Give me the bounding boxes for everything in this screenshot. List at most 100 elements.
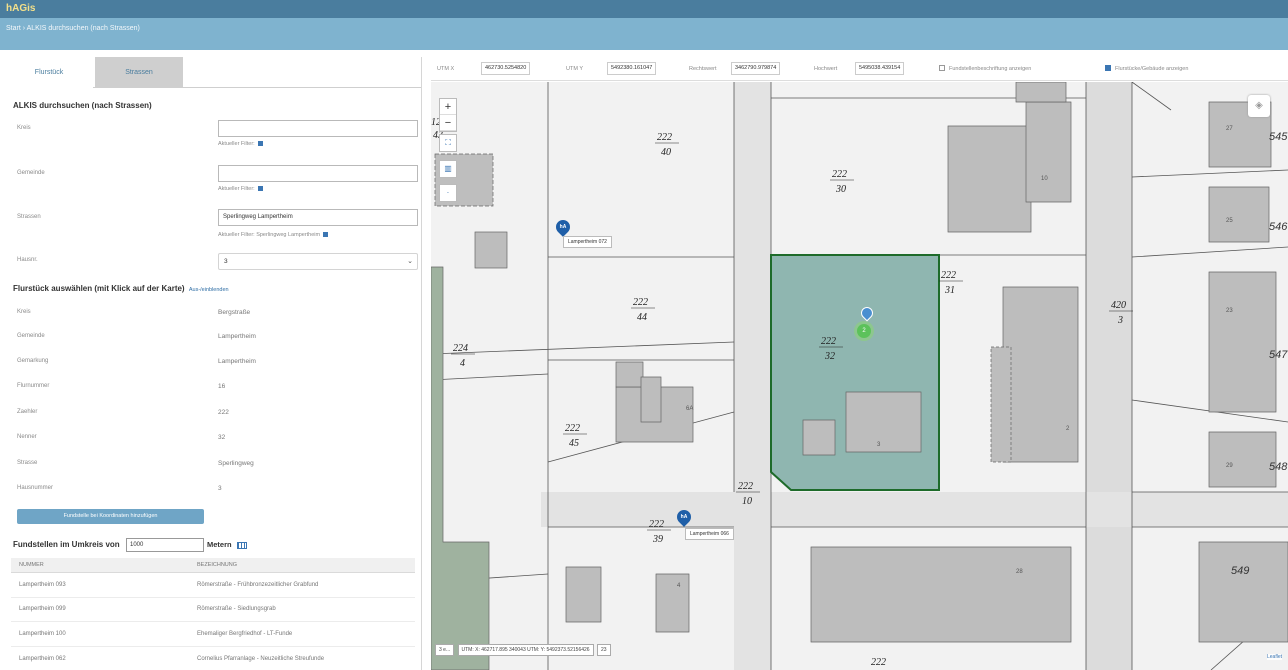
app-header: hAGis xyxy=(0,0,1288,18)
col-nummer[interactable]: Nummer xyxy=(19,562,44,568)
zoom-level: 23 xyxy=(596,644,611,656)
table-row[interactable]: Lampertheim 062 Cornelius Pfarranlage - … xyxy=(11,648,415,670)
cadastral-map[interactable]: 22240 22230 22244 22231 22232 2244 4203 … xyxy=(431,82,1288,670)
radius-unit: Metern xyxy=(207,540,247,549)
strasse-filter-hint: Aktueller Filter: Sperlingweg Lamperthei… xyxy=(218,232,329,238)
map-status-bar: 3 e... UTM: X: 462717.895 340043 UTM: Y:… xyxy=(435,644,613,656)
zoom-out-button[interactable]: − xyxy=(440,115,456,131)
svg-text:222: 222 xyxy=(821,336,836,347)
svg-text:10: 10 xyxy=(742,496,752,507)
svg-text:25: 25 xyxy=(1226,218,1233,224)
detail-value: 32 xyxy=(218,434,226,441)
marker-label: Lampertheim 072 xyxy=(563,236,612,248)
utm-y-field[interactable]: 5492380.161047 xyxy=(607,62,657,75)
toggle-link[interactable]: Aus-/einblenden xyxy=(189,287,229,293)
svg-text:548: 548 xyxy=(1269,461,1288,473)
table-row[interactable]: Lampertheim 099 Römerstraße - Siedlungsg… xyxy=(11,598,415,622)
table-row[interactable]: Lampertheim 100 Ehemaliger Bergfriedhof … xyxy=(11,623,415,647)
marker-label: Lampertheim 066 xyxy=(685,528,734,540)
cursor-coordinates: UTM: X: 462717.895 340043 UTM: Y: 549237… xyxy=(457,644,594,656)
row-bezeichnung: Ehemaliger Bergfriedhof - LT-Funde xyxy=(197,631,293,637)
detail-label: Kreis xyxy=(17,309,31,315)
tab-strassen[interactable]: Strassen xyxy=(95,57,183,88)
rechtswert-field[interactable]: 3462790.979874 xyxy=(731,62,781,75)
col-bezeichnung[interactable]: Bezeichnung xyxy=(197,562,237,568)
svg-text:31: 31 xyxy=(944,285,955,296)
svg-text:547: 547 xyxy=(1269,349,1288,361)
attribution-link[interactable]: Leaflet xyxy=(1266,654,1282,660)
svg-text:32: 32 xyxy=(824,351,835,362)
kreis-input[interactable] xyxy=(218,120,418,137)
hochwert-field[interactable]: 5495038.439154 xyxy=(855,62,905,75)
kreis-hint-text: Aktueller Filter: xyxy=(218,141,255,147)
row-bezeichnung: Römerstraße - Siedlungsgrab xyxy=(197,606,276,612)
detail-value: 16 xyxy=(218,383,226,390)
detail-label: Hausnummer xyxy=(17,485,54,491)
fundstellen-heading: Fundstellen im Umkreis von xyxy=(13,540,120,549)
svg-text:222: 222 xyxy=(649,519,664,530)
selected-parcel[interactable] xyxy=(770,254,940,491)
svg-text:222: 222 xyxy=(633,297,648,308)
chart-icon[interactable]: ▥ xyxy=(439,160,457,178)
gemeinde-filter-hint: Aktueller Filter: xyxy=(218,186,263,192)
show-labels-checkbox[interactable] xyxy=(939,65,945,71)
add-fundstelle-button[interactable]: Fundstelle bei Koordinaten hinzufügen xyxy=(17,509,204,524)
strasse-input[interactable]: Sperlingweg Lampertheim xyxy=(218,209,418,226)
breadcrumb-bar: Start › ALKIS durchsuchen (nach Strassen… xyxy=(0,18,1288,50)
tab-flurstueck[interactable]: Flurstück xyxy=(5,57,93,88)
kreis-label: Kreis xyxy=(17,125,31,131)
locate-icon[interactable]: · xyxy=(439,184,457,202)
pin-text: hA xyxy=(680,514,688,520)
svg-text:23: 23 xyxy=(1226,308,1233,314)
svg-text:44: 44 xyxy=(637,312,647,323)
svg-text:222: 222 xyxy=(871,657,886,668)
svg-text:549: 549 xyxy=(1231,565,1249,577)
fundstelle-marker[interactable]: hA xyxy=(674,507,694,527)
filter-icon[interactable] xyxy=(257,141,263,147)
layers-icon[interactable]: ◈ xyxy=(1248,95,1270,117)
parcel-label-222-31: 22231 xyxy=(939,270,963,296)
table-row[interactable]: Lampertheim 093 Römerstraße - Frühbronze… xyxy=(11,574,415,598)
row-nummer: Lampertheim 100 xyxy=(19,631,66,637)
flurstueck-heading-text: Flurstück auswählen (mit Klick auf der K… xyxy=(13,284,185,293)
parcel-label-222-40: 22240 xyxy=(655,132,679,158)
detail-value: 3 xyxy=(218,485,222,492)
show-parcels-label: Flurstücke/Gebäude anzeigen xyxy=(1115,66,1189,72)
svg-text:45: 45 xyxy=(569,438,579,449)
detail-label: Zaehler xyxy=(17,409,38,415)
row-nummer: Lampertheim 062 xyxy=(19,656,66,662)
fullscreen-icon[interactable]: ⛶ xyxy=(439,134,457,152)
filter-icon[interactable] xyxy=(257,186,263,192)
detail-label: Gemeinde xyxy=(17,333,45,339)
detail-value: Sperlingweg xyxy=(218,460,254,467)
tab-bar: Flurstück Strassen xyxy=(5,57,421,88)
breadcrumb[interactable]: Start › ALKIS durchsuchen (nach Strassen… xyxy=(6,25,140,32)
radius-input[interactable]: 1000 xyxy=(126,538,204,552)
gemeinde-label: Gemeinde xyxy=(17,170,45,176)
utm-x-field[interactable]: 462730.5254820 xyxy=(481,62,531,75)
parcel-label-222-44: 22244 xyxy=(631,297,655,323)
zoom-in-button[interactable]: + xyxy=(440,99,456,115)
fundstellen-table-header: Nummer Bezeichnung xyxy=(11,558,415,573)
app-title[interactable]: hAGis xyxy=(6,3,35,14)
svg-text:40: 40 xyxy=(661,147,671,158)
map-view[interactable]: 222 40 222 30 222 44 222 31 222 32 224 4 420 3 … xyxy=(431,82,1288,670)
parcel-label-222-45: 22245 xyxy=(563,423,587,449)
filter-icon[interactable] xyxy=(323,232,329,238)
svg-text:420: 420 xyxy=(1111,300,1126,311)
svg-text:27: 27 xyxy=(1226,126,1233,132)
svg-text:222: 222 xyxy=(941,270,956,281)
marker-cluster[interactable]: 2 xyxy=(857,324,871,338)
hausnr-value: 3 xyxy=(224,258,228,265)
detail-label: Gemarkung xyxy=(17,358,49,364)
search-heading: ALKIS durchsuchen (nach Strassen) xyxy=(13,101,152,110)
fundstelle-marker[interactable]: hA xyxy=(553,217,573,237)
row-bezeichnung: Cornelius Pfarranlage - Neuzeitliche Str… xyxy=(197,656,325,662)
parcel-label-222-30: 22230 xyxy=(830,169,854,195)
kreis-filter-hint: Aktueller Filter: xyxy=(218,141,263,147)
hausnr-select[interactable]: 3 ⌄ xyxy=(218,253,418,270)
gemeinde-input[interactable] xyxy=(218,165,418,182)
coordinate-bar: UTM X 462730.5254820 UTM Y 5492380.16104… xyxy=(431,57,1288,81)
show-parcels-checkbox[interactable] xyxy=(1105,65,1111,71)
table-view-icon[interactable] xyxy=(236,541,247,549)
